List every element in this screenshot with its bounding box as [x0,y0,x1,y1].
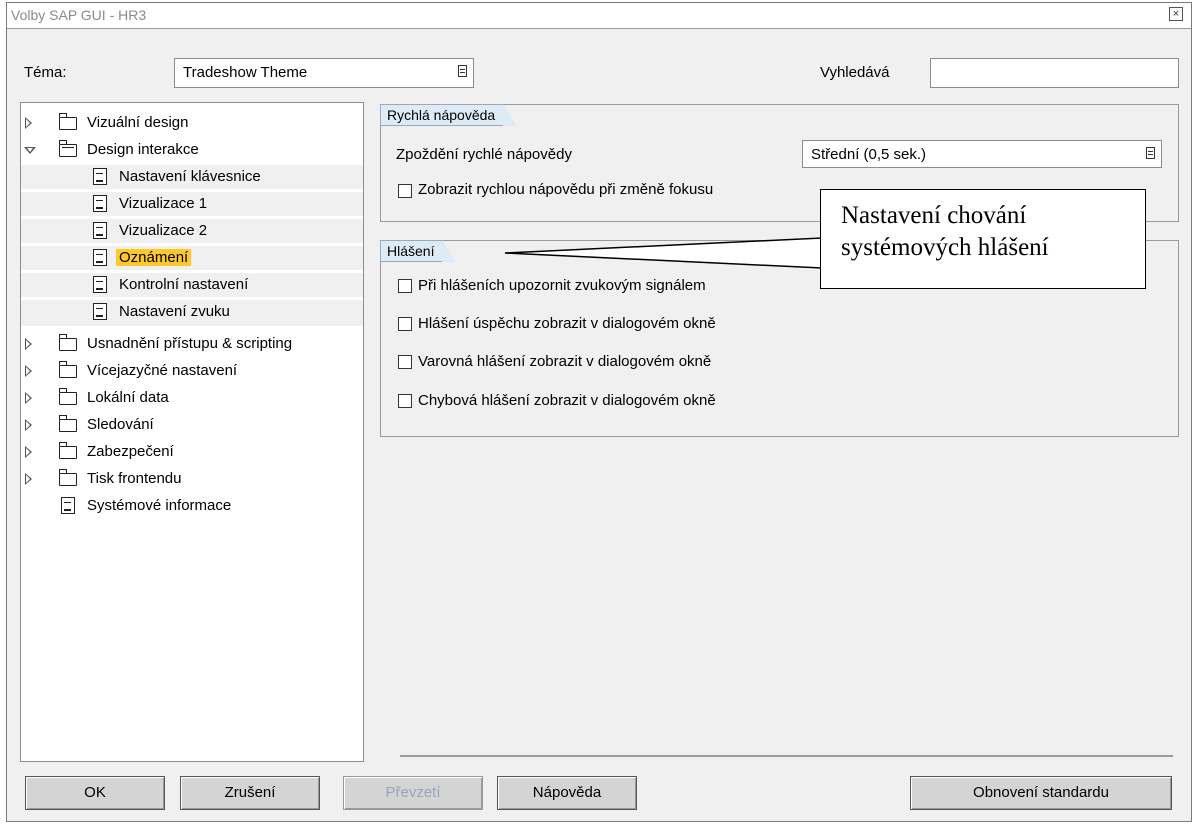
ok-button[interactable]: OK [25,776,165,810]
annotation-callout: Nastavení chování systémových hlášení [820,189,1146,289]
button-separator [400,755,1173,757]
callout-line-1: Nastavení chování [841,202,1027,229]
reset-defaults-button[interactable]: Obnovení standardu [910,776,1172,810]
callout-pointer [504,237,823,269]
apply-button[interactable]: Převzetí [343,776,483,810]
cancel-button[interactable]: Zrušení [180,776,320,810]
help-button[interactable]: Nápověda [497,776,637,810]
callout-line-2: systémových hlášení [841,234,1049,261]
